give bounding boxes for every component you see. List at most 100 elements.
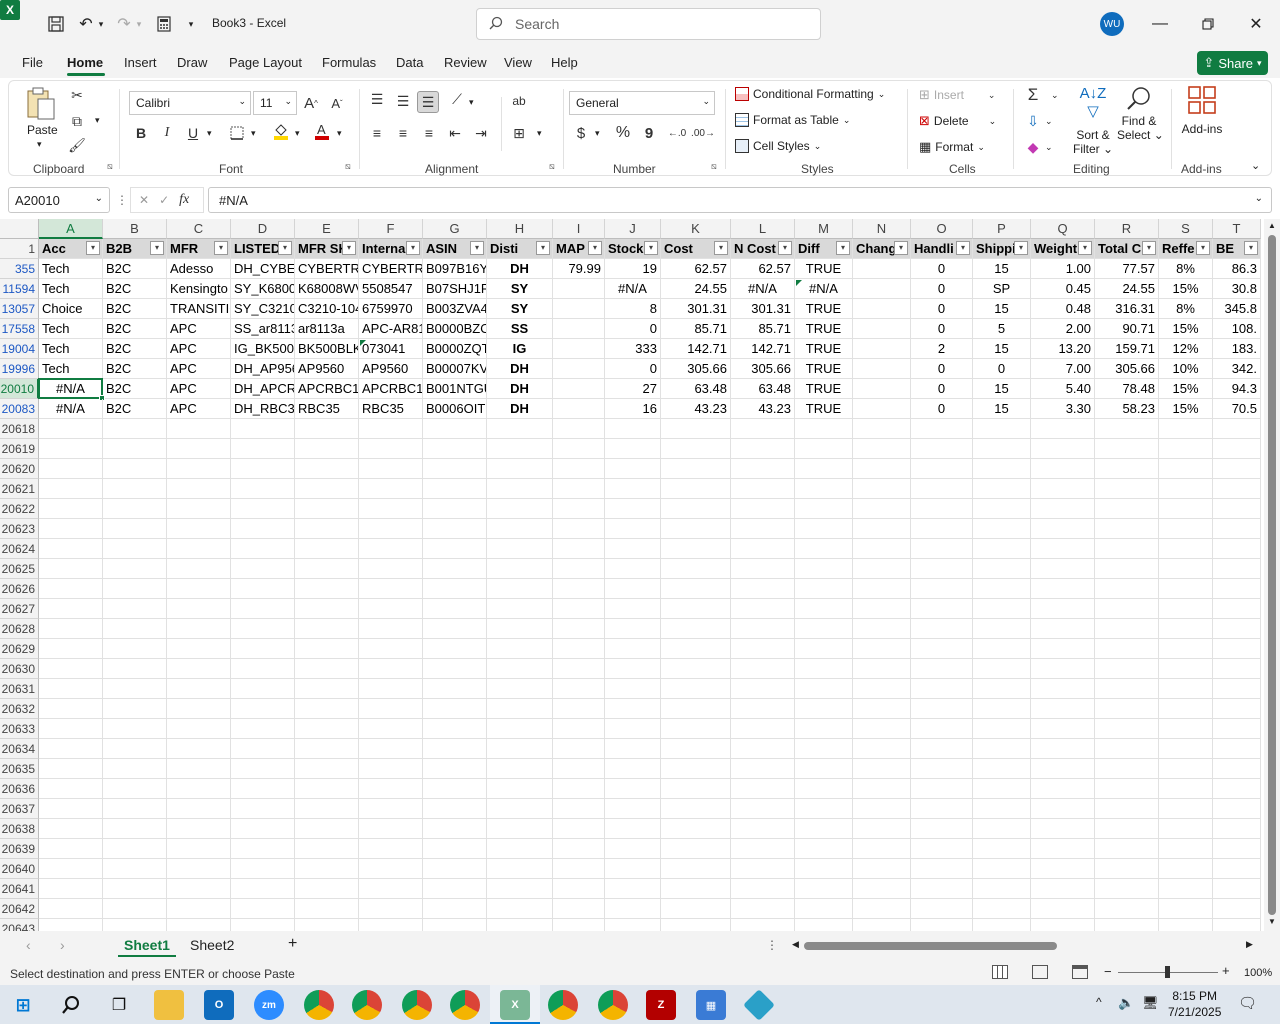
table-cell[interactable]: [973, 719, 1031, 739]
table-cell[interactable]: [1213, 419, 1261, 439]
table-cell[interactable]: [359, 599, 423, 619]
table-cell[interactable]: [911, 499, 973, 519]
table-cell[interactable]: [853, 639, 911, 659]
table-cell[interactable]: [795, 839, 853, 859]
table-cell[interactable]: [167, 819, 231, 839]
table-cell[interactable]: [795, 819, 853, 839]
vertical-scrollbar[interactable]: ▲ ▼: [1264, 219, 1280, 931]
table-cell[interactable]: [231, 759, 295, 779]
table-cell[interactable]: [295, 659, 359, 679]
table-cell[interactable]: [103, 899, 167, 919]
taskbar-clock[interactable]: 8:15 PM 7/21/2025: [1168, 988, 1221, 1020]
table-cell[interactable]: 24.55: [1095, 279, 1159, 299]
table-cell[interactable]: [1095, 719, 1159, 739]
table-cell[interactable]: [1031, 579, 1095, 599]
table-cell[interactable]: [231, 879, 295, 899]
table-cell[interactable]: [973, 619, 1031, 639]
table-cell[interactable]: [1031, 699, 1095, 719]
autosum-icon[interactable]: Σ: [1023, 85, 1043, 105]
table-cell[interactable]: [553, 319, 605, 339]
table-cell[interactable]: 62.57: [731, 259, 795, 279]
table-header-cell[interactable]: LISTED ▾: [231, 239, 295, 259]
table-cell[interactable]: [973, 639, 1031, 659]
table-cell[interactable]: [1159, 659, 1213, 679]
table-cell[interactable]: [911, 739, 973, 759]
table-cell[interactable]: [1031, 859, 1095, 879]
restore-icon[interactable]: [1196, 12, 1220, 36]
table-cell[interactable]: [167, 739, 231, 759]
table-cell[interactable]: [853, 479, 911, 499]
table-cell[interactable]: [39, 899, 103, 919]
user-avatar[interactable]: WU: [1100, 12, 1124, 36]
filter-dropdown-icon[interactable]: ▾: [1078, 241, 1092, 255]
percent-button[interactable]: %: [613, 123, 633, 143]
table-cell[interactable]: [731, 439, 795, 459]
row-header[interactable]: 20618: [0, 419, 39, 439]
table-header-cell[interactable]: B2B ▾: [103, 239, 167, 259]
table-cell[interactable]: [167, 599, 231, 619]
table-cell[interactable]: [167, 639, 231, 659]
table-cell[interactable]: APC-AR81: [359, 319, 423, 339]
table-cell[interactable]: [553, 879, 605, 899]
table-cell[interactable]: 16: [605, 399, 661, 419]
table-cell[interactable]: 62.57: [661, 259, 731, 279]
table-cell[interactable]: [795, 419, 853, 439]
table-cell[interactable]: 301.31: [661, 299, 731, 319]
table-cell[interactable]: [1213, 819, 1261, 839]
table-cell[interactable]: 0: [605, 319, 661, 339]
table-cell[interactable]: [231, 699, 295, 719]
table-cell[interactable]: [231, 679, 295, 699]
table-cell[interactable]: [295, 519, 359, 539]
table-cell[interactable]: [605, 559, 661, 579]
table-cell[interactable]: [359, 619, 423, 639]
row-header[interactable]: 20627: [0, 599, 39, 619]
table-cell[interactable]: [973, 659, 1031, 679]
table-cell[interactable]: [553, 479, 605, 499]
table-cell[interactable]: [795, 439, 853, 459]
table-cell[interactable]: B2C: [103, 379, 167, 399]
table-cell[interactable]: [167, 779, 231, 799]
table-cell[interactable]: [1031, 839, 1095, 859]
table-header-cell[interactable]: Cost ▾: [661, 239, 731, 259]
zoom-in-icon[interactable]: +: [1222, 963, 1230, 978]
merge-dropdown-icon[interactable]: ▾: [537, 128, 542, 139]
table-cell[interactable]: [103, 719, 167, 739]
table-cell[interactable]: [1213, 679, 1261, 699]
name-box[interactable]: A20010 ⌄: [8, 187, 110, 213]
table-cell[interactable]: [1159, 759, 1213, 779]
table-cell[interactable]: [103, 739, 167, 759]
normal-view-icon[interactable]: [992, 965, 1008, 979]
table-cell[interactable]: [1095, 619, 1159, 639]
table-cell[interactable]: B0000BZO: [423, 319, 487, 339]
table-cell[interactable]: [1031, 539, 1095, 559]
table-cell[interactable]: B001NTGU: [423, 379, 487, 399]
table-cell[interactable]: [553, 639, 605, 659]
minimize-icon[interactable]: —: [1148, 12, 1172, 36]
table-cell[interactable]: 342.: [1213, 359, 1261, 379]
table-cell[interactable]: [167, 679, 231, 699]
table-cell[interactable]: [487, 579, 553, 599]
table-cell[interactable]: [1159, 619, 1213, 639]
add-sheet-button[interactable]: +: [282, 933, 303, 955]
table-cell[interactable]: [853, 659, 911, 679]
copy-dropdown-icon[interactable]: ▾: [95, 115, 100, 126]
table-cell[interactable]: [487, 859, 553, 879]
table-cell[interactable]: [795, 659, 853, 679]
volume-icon[interactable]: 🔈: [1118, 995, 1134, 1011]
table-cell[interactable]: [973, 699, 1031, 719]
sheet-tab-sheet2[interactable]: Sheet2: [184, 935, 240, 955]
table-cell[interactable]: [231, 899, 295, 919]
table-cell[interactable]: [853, 279, 911, 299]
table-cell[interactable]: [661, 539, 731, 559]
italic-button[interactable]: I: [157, 123, 177, 143]
table-header-cell[interactable]: Weight ▾: [1031, 239, 1095, 259]
table-cell[interactable]: [795, 859, 853, 879]
tab-data[interactable]: Data: [396, 55, 423, 70]
table-cell[interactable]: SY: [487, 279, 553, 299]
table-cell[interactable]: [1095, 439, 1159, 459]
next-sheet-icon[interactable]: ›: [60, 937, 65, 953]
table-cell[interactable]: [553, 299, 605, 319]
table-cell[interactable]: [1031, 439, 1095, 459]
table-cell[interactable]: K68008WV: [295, 279, 359, 299]
row-header[interactable]: 20620: [0, 459, 39, 479]
